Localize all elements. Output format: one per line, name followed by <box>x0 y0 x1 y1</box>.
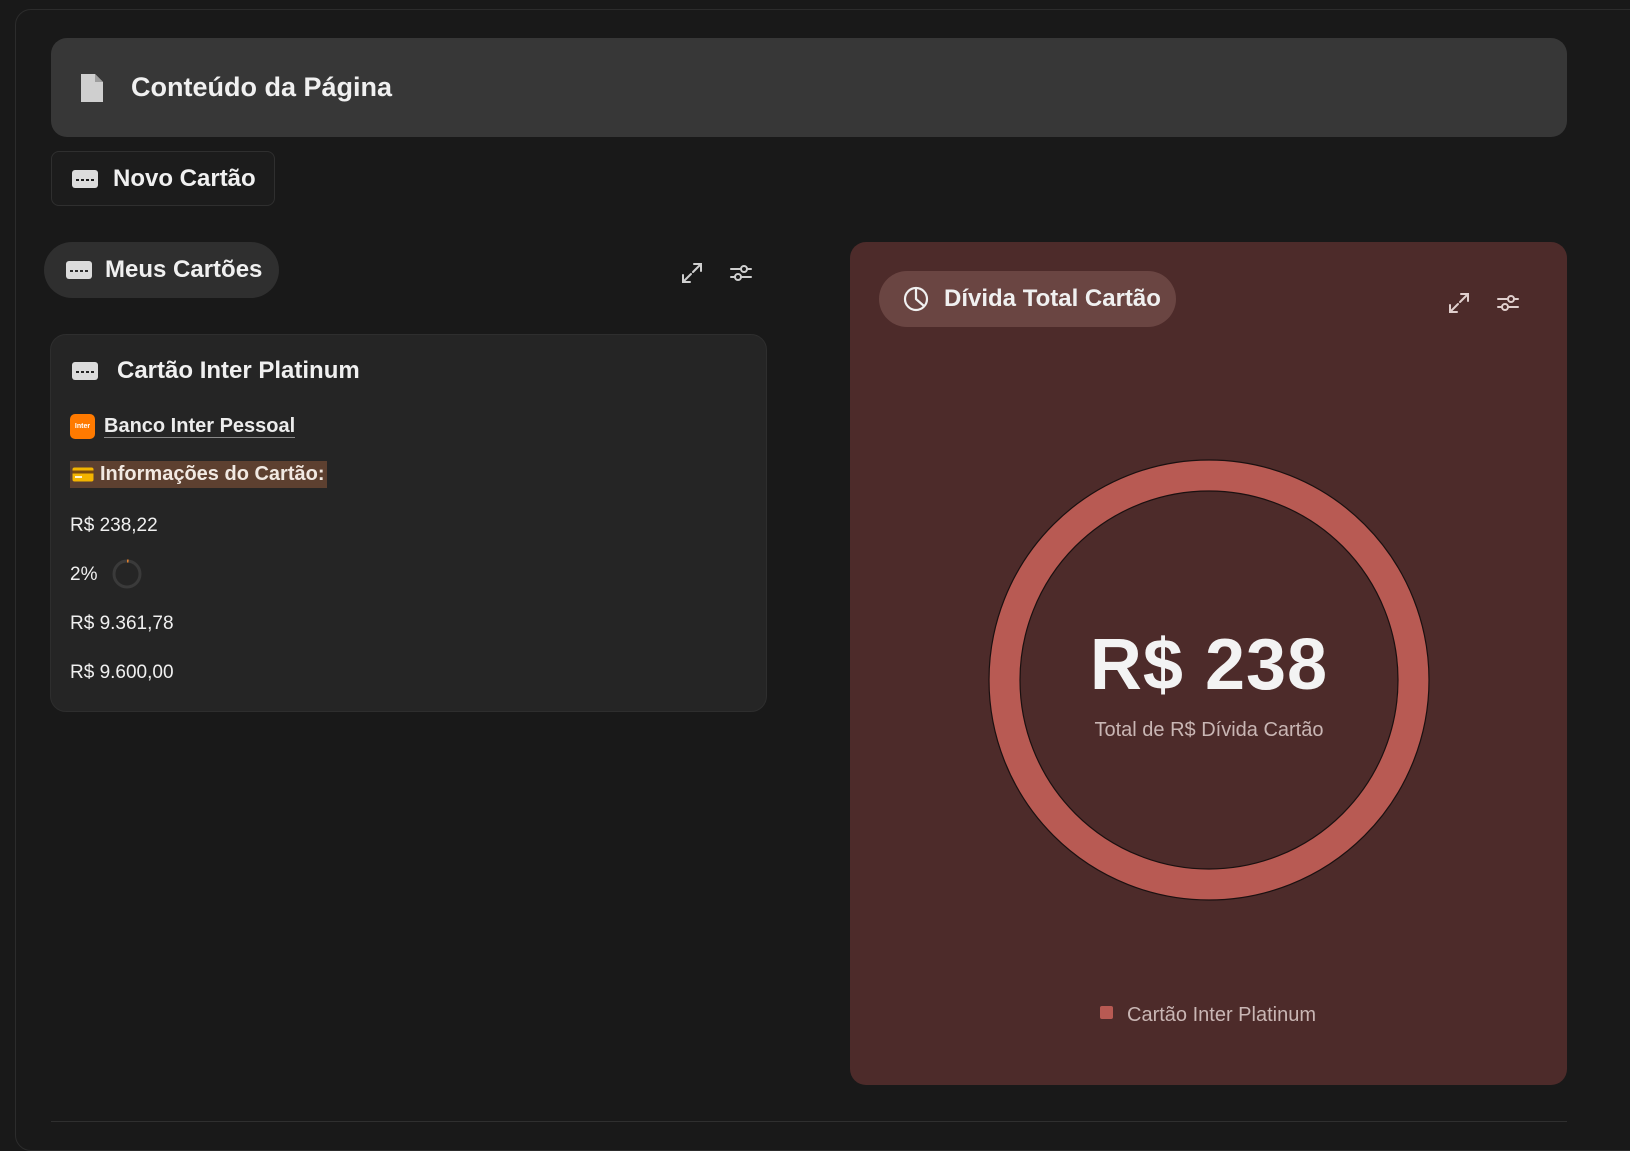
card-title: Cartão Inter Platinum <box>71 357 360 385</box>
divider <box>51 1121 1567 1122</box>
used-amount: R$ 238,22 <box>70 515 158 536</box>
filter-sliders-icon[interactable] <box>729 261 753 285</box>
debt-total-label: Dívida Total Cartão <box>944 285 1161 312</box>
card-item[interactable]: Cartão Inter Platinum Inter Banco Inter … <box>50 334 767 712</box>
credit-card-icon <box>72 362 98 380</box>
credit-card-icon <box>66 261 92 279</box>
usage-progress-ring <box>112 559 142 589</box>
donut-center-caption: Total de R$ Dívida Cartão <box>1094 719 1324 741</box>
expand-icon[interactable] <box>1447 291 1471 315</box>
usage-percent: 2% <box>70 564 98 585</box>
available-amount: R$ 9.361,78 <box>70 613 174 634</box>
new-card-label: Novo Cartão <box>113 164 256 192</box>
legend-swatch <box>1100 1006 1113 1019</box>
debt-chart-panel: Dívida Total Cartão R$ 238 Total de R$ D… <box>850 242 1567 1085</box>
limit-amount: R$ 9.600,00 <box>70 662 174 683</box>
card-title-text: Cartão Inter Platinum <box>117 357 360 384</box>
pie-chart-icon <box>903 286 929 312</box>
filter-sliders-icon[interactable] <box>1496 291 1520 315</box>
expand-icon[interactable] <box>680 261 704 285</box>
debt-total-pill[interactable]: Dívida Total Cartão <box>879 271 1176 327</box>
bank-row: Inter Banco Inter Pessoal <box>70 414 296 439</box>
legend-label: Cartão Inter Platinum <box>1127 1004 1316 1026</box>
donut-center-value: R$ 238 <box>1089 625 1329 705</box>
bank-link[interactable]: Banco Inter Pessoal <box>104 415 296 438</box>
chart-legend: Cartão Inter Platinum <box>1100 1004 1316 1027</box>
new-card-button[interactable]: Novo Cartão <box>51 151 275 206</box>
document-icon <box>81 73 103 102</box>
credit-card-icon <box>72 169 98 188</box>
credit-card-emoji-icon <box>72 467 94 482</box>
card-info-text: Informações do Cartão: <box>100 463 325 485</box>
my-cards-label: Meus Cartões <box>105 256 263 283</box>
my-cards-pill[interactable]: Meus Cartões <box>44 242 279 298</box>
bank-logo: Inter <box>70 414 95 439</box>
page-title: Conteúdo da Página <box>131 72 393 102</box>
page-header: Conteúdo da Página <box>51 38 1567 137</box>
card-info-label: Informações do Cartão: <box>70 461 328 488</box>
